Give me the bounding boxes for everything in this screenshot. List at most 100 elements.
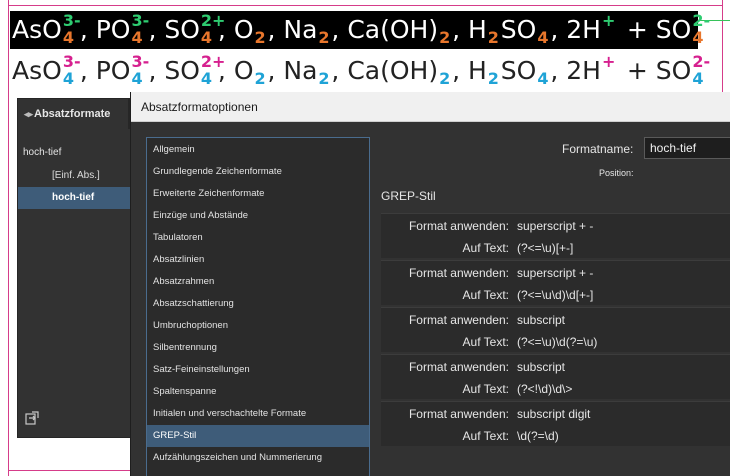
subscript: 2 <box>318 69 330 88</box>
style-item-label: [Einf. Abs.] <box>52 170 100 181</box>
subscript: 2 <box>439 69 451 88</box>
grep-rule[interactable]: Format anwenden: superscript + - Auf Text:… <box>381 260 730 305</box>
subscript: 4 <box>131 28 143 47</box>
subscript: 4 <box>692 69 704 88</box>
script-stack: 2+ 4 <box>200 52 226 90</box>
script-stack: 2+ 4 <box>200 11 226 49</box>
superscript: 3- <box>131 11 150 30</box>
format-name-input[interactable] <box>644 137 730 159</box>
category-item[interactable]: Initialen und verschachtelte Formate <box>147 403 369 425</box>
superscript: 3- <box>62 52 81 71</box>
script-stack: 2 <box>317 11 331 49</box>
to-text-label: Auf Text: <box>462 382 509 396</box>
style-item-label: hoch-tief <box>52 192 95 203</box>
script-stack: 3- 4 <box>130 52 150 90</box>
category-list: Allgemein Grundlegende Zeichenformate Erwe… <box>146 137 370 476</box>
grep-rule[interactable]: Format anwenden: superscript + - Auf Text:… <box>381 213 730 258</box>
apply-style-value[interactable]: subscript <box>517 313 565 327</box>
subscript: 2 <box>487 28 499 47</box>
superscript: + <box>601 52 616 71</box>
position-label: Position: <box>599 168 634 178</box>
style-item-hoch-tief[interactable]: hoch-tief <box>18 187 136 209</box>
apply-style-value[interactable]: subscript <box>517 360 565 374</box>
subscript: 4 <box>62 28 74 47</box>
subscript: 2 <box>318 28 330 47</box>
subscript: 2 <box>487 69 499 88</box>
subscript: 4 <box>200 28 213 47</box>
category-item[interactable]: Einzüge und Abstände <box>147 205 369 227</box>
section-title: GREP-Stil <box>381 189 436 203</box>
formula-text: AsO <box>12 56 62 85</box>
grep-rule[interactable]: Format anwenden: subscript digit Auf Text:… <box>381 401 730 446</box>
category-item[interactable]: Absatzschattierung <box>147 293 369 315</box>
formula-text: , Na <box>267 56 318 85</box>
superscript: 3- <box>131 52 150 71</box>
formula-line-selected[interactable]: AsO 3- 4, PO 3- 4, SO 2+ 4, O2, Na 2, Ca(OH) 2, … <box>10 11 710 49</box>
script-stack: + <box>601 11 619 49</box>
script-stack: 3- 4 <box>62 52 81 90</box>
to-text-value[interactable]: (?<=\u)[+-] <box>517 241 573 255</box>
category-item[interactable]: Aufzählungszeichen und Nummerierung <box>147 447 369 469</box>
apply-style-value[interactable]: subscript digit <box>517 407 590 421</box>
formula-line-preview[interactable]: AsO 3- 4, PO 3- 4, SO 2+ 4, O2, Na 2, Ca(OH) 2, … <box>10 52 711 90</box>
apply-style-label: Format anwenden: <box>408 266 509 280</box>
superscript: 2- <box>692 11 711 30</box>
category-item[interactable]: Erweiterte Zeichenformate <box>147 183 369 205</box>
superscript: 2+ <box>200 52 226 71</box>
superscript: 2- <box>692 52 711 71</box>
formula-text: SO <box>500 56 537 85</box>
formula-text: , SO <box>148 56 200 85</box>
category-item[interactable]: Absatzrahmen <box>147 271 369 293</box>
script-stack: 3- 4 <box>62 11 81 49</box>
category-item[interactable]: GREP-Stil <box>147 425 369 447</box>
to-text-label: Auf Text: <box>462 241 509 255</box>
formula-text: , 2H <box>550 15 601 44</box>
collapse-chevron-icon[interactable]: ◂▸ <box>24 99 33 129</box>
style-item-einf-abs[interactable]: [Einf. Abs.] <box>18 165 136 187</box>
to-text-value[interactable]: (?<!\d)\d\> <box>517 382 572 396</box>
script-stack: 2 <box>254 11 268 49</box>
grep-rule[interactable]: Format anwenden: subscript Auf Text: (?<=\u… <box>381 307 730 352</box>
apply-style-label: Format anwenden: <box>408 360 509 374</box>
subscript: 4 <box>131 69 143 88</box>
subscript: 4 <box>200 69 213 88</box>
category-item[interactable]: Silbentrennung <box>147 337 369 359</box>
formula-text: , PO <box>79 15 131 44</box>
panel-tabbar: ◂▸ Absatzformate <box>18 99 136 129</box>
script-stack: 2 <box>487 52 501 90</box>
to-text-value[interactable]: \d(?=\d) <box>517 429 559 443</box>
grep-rule[interactable]: Format anwenden: subscript Auf Text: (?<!\d… <box>381 354 730 399</box>
to-text-value[interactable]: (?<=\u)\d(?=\u) <box>517 335 597 349</box>
category-item[interactable]: Grundlegende Zeichenformate <box>147 161 369 183</box>
superscript: 2+ <box>200 11 226 30</box>
script-stack: 2 <box>438 11 452 49</box>
script-stack: 3- 4 <box>130 11 150 49</box>
text-frame-left-edge <box>8 0 9 476</box>
formula-text: , H <box>452 56 487 85</box>
formula-text: SO <box>500 15 537 44</box>
script-stack: + <box>601 52 619 90</box>
load-styles-icon[interactable] <box>25 411 39 425</box>
apply-style-value[interactable]: superscript + - <box>517 266 593 280</box>
tab-absatzformate[interactable]: ◂▸ Absatzformate <box>18 99 128 129</box>
dialog-right-pane: Formatname: Position: GREP-Stil Format a… <box>381 92 730 476</box>
apply-style-value[interactable]: superscript + - <box>517 219 593 233</box>
category-item[interactable]: Tabulatoren <box>147 227 369 249</box>
category-item[interactable]: Satz-Feineinstellungen <box>147 359 369 381</box>
category-item[interactable]: Umbruchoptionen <box>147 315 369 337</box>
script-stack: 4 <box>536 11 550 49</box>
to-text-label: Auf Text: <box>462 335 509 349</box>
subscript: 4 <box>537 69 549 88</box>
script-stack: 2 <box>317 52 331 90</box>
formula-text: , H <box>452 15 487 44</box>
superscript: + <box>601 11 616 30</box>
formula-text: , Ca(OH) <box>331 56 439 85</box>
category-item[interactable]: Spaltenspanne <box>147 381 369 403</box>
to-text-value[interactable]: (?<=\u\d)\d[+-] <box>517 288 593 302</box>
category-item[interactable]: Allgemein <box>147 139 369 161</box>
category-item[interactable]: Absatzlinien <box>147 249 369 271</box>
subscript: 4 <box>692 28 704 47</box>
current-style-label: hoch-tief <box>23 147 62 158</box>
paragraph-style-options-dialog: Absatzformatoptionen Allgemein Grundlegen… <box>130 92 730 476</box>
subscript: 2 <box>254 28 266 47</box>
